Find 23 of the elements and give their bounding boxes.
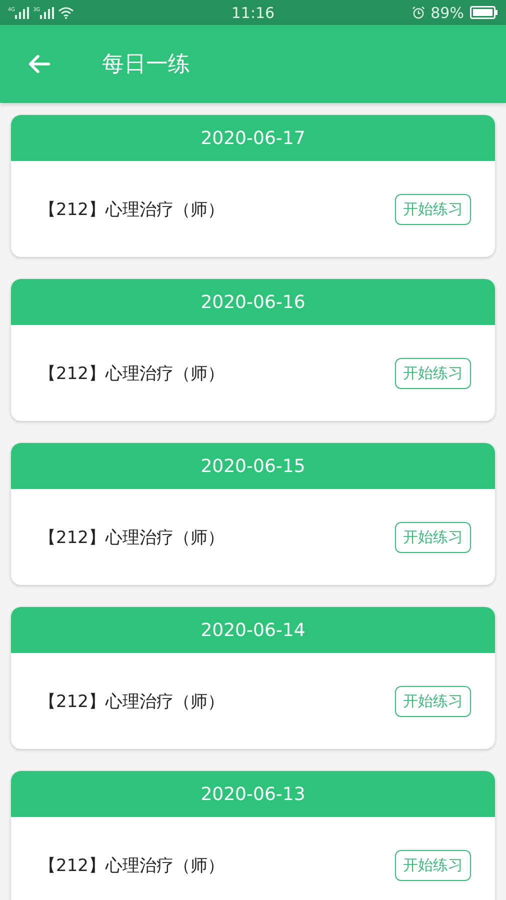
start-practice-button[interactable]: 开始练习 xyxy=(395,850,471,880)
start-practice-button[interactable]: 开始练习 xyxy=(395,686,471,716)
battery-icon xyxy=(470,6,498,19)
signal-icon xyxy=(15,6,30,18)
date-label: 2020-06-16 xyxy=(200,292,306,312)
date-label: 2020-06-17 xyxy=(200,128,306,148)
subject-title: 【212】心理治疗（师） xyxy=(39,690,224,712)
date-label: 2020-06-15 xyxy=(200,456,306,476)
start-practice-button[interactable]: 开始练习 xyxy=(395,358,471,388)
subject-title: 【212】心理治疗（师） xyxy=(39,198,224,220)
signal-icon xyxy=(40,6,54,18)
battery-percent: 89% xyxy=(430,4,464,22)
start-practice-button[interactable]: 开始练习 xyxy=(395,194,471,224)
date-label: 2020-06-14 xyxy=(200,620,306,640)
alarm-icon xyxy=(412,6,425,19)
page-title: 每日一练 xyxy=(102,51,190,79)
start-practice-button[interactable]: 开始练习 xyxy=(395,522,471,552)
status-time: 11:16 xyxy=(231,4,275,22)
subject-title: 【212】心理治疗（师） xyxy=(39,362,224,384)
wifi-icon xyxy=(58,6,74,18)
subject-title: 【212】心理治疗（师） xyxy=(39,526,224,548)
subject-title: 【212】心理治疗（师） xyxy=(39,854,224,876)
date-label: 2020-06-13 xyxy=(200,784,306,804)
